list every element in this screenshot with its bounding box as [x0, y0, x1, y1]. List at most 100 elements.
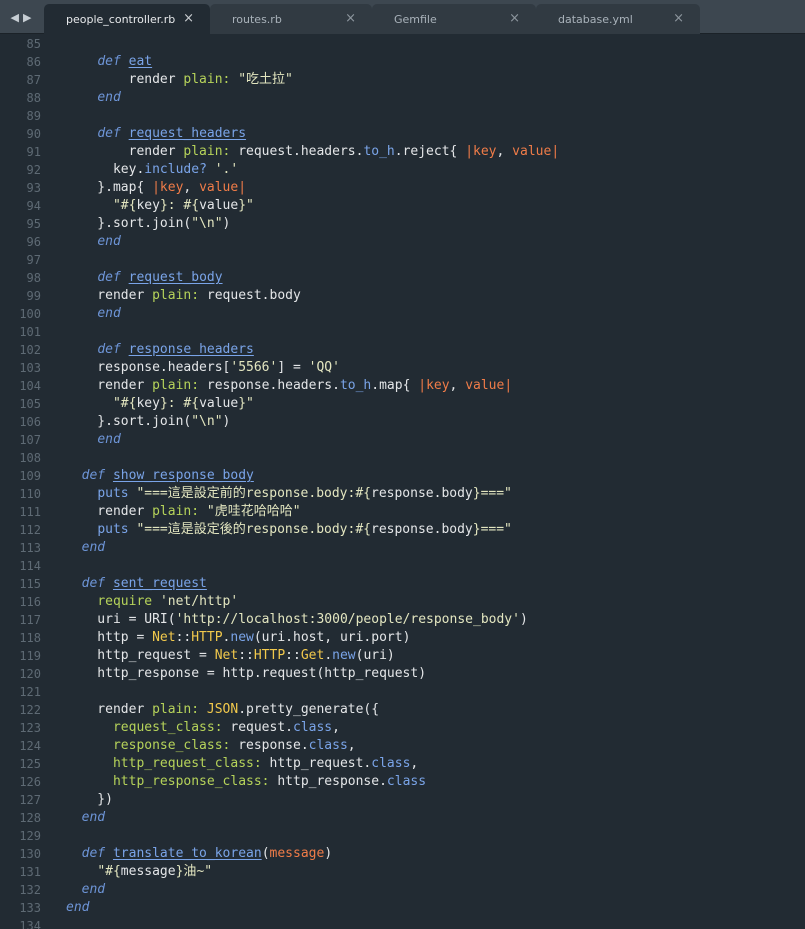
code-token: . [324, 648, 333, 663]
back-arrow-icon[interactable]: ◀ [11, 11, 19, 24]
tab-database-yml[interactable]: database.yml × [536, 4, 700, 34]
code-line[interactable]: 103 response.headers['5566'] = 'QQ' [0, 359, 805, 377]
code-line[interactable]: 98 def request_body [0, 269, 805, 287]
code-token: }.map{ [66, 180, 153, 195]
line-number: 130 [19, 847, 41, 861]
code-line[interactable]: 99 render plain: request.body [0, 287, 805, 305]
code-line[interactable]: 115 def sent_request [0, 575, 805, 593]
code-line[interactable]: 125 http_request_class: http_request.cla… [0, 755, 805, 773]
code-text: }.sort.join("\n") [66, 215, 230, 233]
code-line[interactable]: 119 http_request = Net::HTTP::Get.new(ur… [0, 647, 805, 665]
code-line[interactable]: 117 uri = URI('http://localhost:3000/peo… [0, 611, 805, 629]
code-line[interactable]: 91 render plain: request.headers.to_h.re… [0, 143, 805, 161]
code-line[interactable]: 101 [0, 323, 805, 341]
code-token: include? [144, 162, 207, 177]
code-line[interactable]: 90 def request_headers [0, 125, 805, 143]
line-number: 119 [19, 649, 41, 663]
code-line[interactable]: 85 [0, 35, 805, 53]
code-line[interactable]: 127 }) [0, 791, 805, 809]
line-number: 122 [19, 703, 41, 717]
code-line[interactable]: 87 render plain: "吃土拉" [0, 71, 805, 89]
line-number: 110 [19, 487, 41, 501]
code-token: .pretty_generate({ [238, 702, 380, 717]
code-line[interactable]: 104 render plain: response.headers.to_h.… [0, 377, 805, 395]
code-line[interactable]: 124 response_class: response.class, [0, 737, 805, 755]
code-token: show_response_body [112, 468, 254, 483]
code-token: response_class: [112, 738, 231, 753]
code-line[interactable]: 113 end [0, 539, 805, 557]
code-token: ) [222, 414, 231, 429]
code-line[interactable]: 129 [0, 827, 805, 845]
tab-people-controller[interactable]: people_controller.rb × [44, 4, 210, 34]
code-line[interactable]: 118 http = Net::HTTP.new(uri.host, uri.p… [0, 629, 805, 647]
code-text: end [66, 899, 89, 917]
line-number: 98 [26, 271, 41, 285]
code-token: "\n" [191, 414, 223, 429]
code-line[interactable]: 95 }.sort.join("\n") [0, 215, 805, 233]
code-token: def [97, 342, 121, 357]
code-token: def [97, 54, 121, 69]
code-line[interactable]: 109 def show_response_body [0, 467, 805, 485]
code-text: render plain: request.body [66, 287, 301, 305]
code-editor[interactable]: 85 86 def eat 87 render plain: "吃土拉" 88 end… [0, 34, 805, 929]
line-number: 127 [19, 793, 41, 807]
code-line[interactable]: 134 [0, 917, 805, 929]
code-line[interactable]: 133 end [0, 899, 805, 917]
code-line[interactable]: 97 [0, 251, 805, 269]
code-line[interactable]: 107 end [0, 431, 805, 449]
forward-arrow-icon[interactable]: ▶ [23, 11, 31, 24]
code-line[interactable]: 112 puts "===這是設定後的response.body:#{respo… [0, 521, 805, 539]
close-icon[interactable]: × [345, 11, 356, 26]
tab-gemfile[interactable]: Gemfile × [372, 4, 536, 34]
code-line[interactable]: 100 end [0, 305, 805, 323]
code-line[interactable]: 88 end [0, 89, 805, 107]
code-line[interactable]: 92 key.include? '.' [0, 161, 805, 179]
code-line[interactable]: 105 "#{key}: #{value}" [0, 395, 805, 413]
code-token: "虎哇花哈哈哈" [206, 504, 301, 519]
code-token: def [81, 468, 106, 483]
close-icon[interactable]: × [673, 11, 684, 26]
code-line[interactable]: 123 request_class: request.class, [0, 719, 805, 737]
code-token: , [183, 180, 200, 195]
code-line[interactable]: 131 "#{message}油~" [0, 863, 805, 881]
code-line[interactable]: 93 }.map{ |key, value| [0, 179, 805, 197]
close-icon[interactable]: × [509, 11, 520, 26]
code-line[interactable]: 94 "#{key}: #{value}" [0, 197, 805, 215]
code-line[interactable]: 86 def eat [0, 53, 805, 71]
code-token: end [97, 90, 121, 105]
code-line[interactable]: 102 def response_headers [0, 341, 805, 359]
code-line[interactable]: 132 end [0, 881, 805, 899]
code-token: ) [222, 216, 231, 231]
code-line[interactable]: 122 render plain: JSON.pretty_generate({ [0, 701, 805, 719]
line-number: 133 [19, 901, 41, 915]
code-line[interactable]: 96 end [0, 233, 805, 251]
code-line[interactable]: 120 http_response = http.request(http_re… [0, 665, 805, 683]
code-line[interactable]: 89 [0, 107, 805, 125]
code-line[interactable]: 108 [0, 449, 805, 467]
tab-routes[interactable]: routes.rb × [210, 4, 372, 34]
code-line[interactable]: 130 def translate_to_korean(message) [0, 845, 805, 863]
code-line[interactable]: 128 end [0, 809, 805, 827]
code-text: key.include? '.' [66, 161, 238, 179]
code-text: http_request = Net::HTTP::Get.new(uri) [66, 647, 395, 665]
code-line[interactable]: 106 }.sort.join("\n") [0, 413, 805, 431]
code-token: to_h [339, 378, 372, 393]
line-number: 89 [26, 109, 41, 123]
code-token: (uri) [355, 648, 395, 663]
code-line[interactable]: 114 [0, 557, 805, 575]
code-token: value [465, 378, 505, 393]
code-line[interactable]: 126 http_response_class: http_response.c… [0, 773, 805, 791]
close-icon[interactable]: × [183, 11, 194, 26]
code-token: render [66, 702, 153, 717]
code-line[interactable]: 121 [0, 683, 805, 701]
code-line[interactable]: 110 puts "===這是設定前的response.body:#{respo… [0, 485, 805, 503]
code-token: end [97, 306, 121, 321]
line-number: 107 [19, 433, 41, 447]
code-line[interactable]: 116 require 'net/http' [0, 593, 805, 611]
code-line[interactable]: 111 render plain: "虎哇花哈哈哈" [0, 503, 805, 521]
